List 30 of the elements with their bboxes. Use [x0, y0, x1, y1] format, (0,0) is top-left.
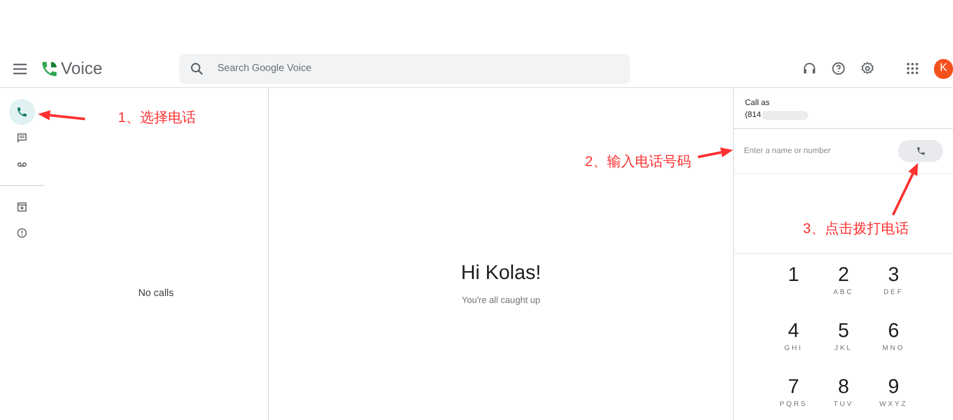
- alert-icon: [16, 227, 28, 239]
- keypad-key[interactable]: 1: [768, 262, 818, 308]
- archive-icon: [16, 201, 28, 213]
- apps-icon: [905, 61, 920, 76]
- annotation-text: 1、选择电话: [118, 108, 196, 127]
- number-input-field[interactable]: Enter a name or number: [744, 145, 894, 157]
- empty-list-text: No calls: [138, 286, 174, 300]
- greeting: Hi Kolas!: [460, 261, 542, 286]
- headset-button[interactable]: [801, 60, 817, 76]
- annotation-arrow: [892, 163, 918, 216]
- settings-icon: [860, 61, 875, 76]
- phone-icon: [916, 146, 926, 156]
- message-icon: [16, 132, 28, 144]
- annotation-arrow: [38, 110, 86, 120]
- apps-button[interactable]: [904, 60, 920, 76]
- help-icon: [830, 61, 846, 76]
- annotation-text: 2、输入电话号码: [585, 152, 691, 171]
- search-field[interactable]: Search Google Voice: [179, 54, 630, 84]
- phone-icon: [16, 106, 28, 118]
- search-icon: [189, 60, 206, 76]
- annotation-arrow: [698, 147, 733, 158]
- annotation-text: 3、点击拨打电话: [803, 219, 909, 238]
- headset-icon: [802, 61, 817, 76]
- calls-nav-button[interactable]: [9, 99, 35, 125]
- phone-number: (814: [745, 109, 762, 121]
- status-text: You're all caught up: [462, 294, 540, 308]
- app-name: Voice: [60, 58, 102, 80]
- call-as-label: Call as: [745, 97, 770, 109]
- settings-button[interactable]: [860, 60, 875, 76]
- help-button[interactable]: [830, 60, 846, 76]
